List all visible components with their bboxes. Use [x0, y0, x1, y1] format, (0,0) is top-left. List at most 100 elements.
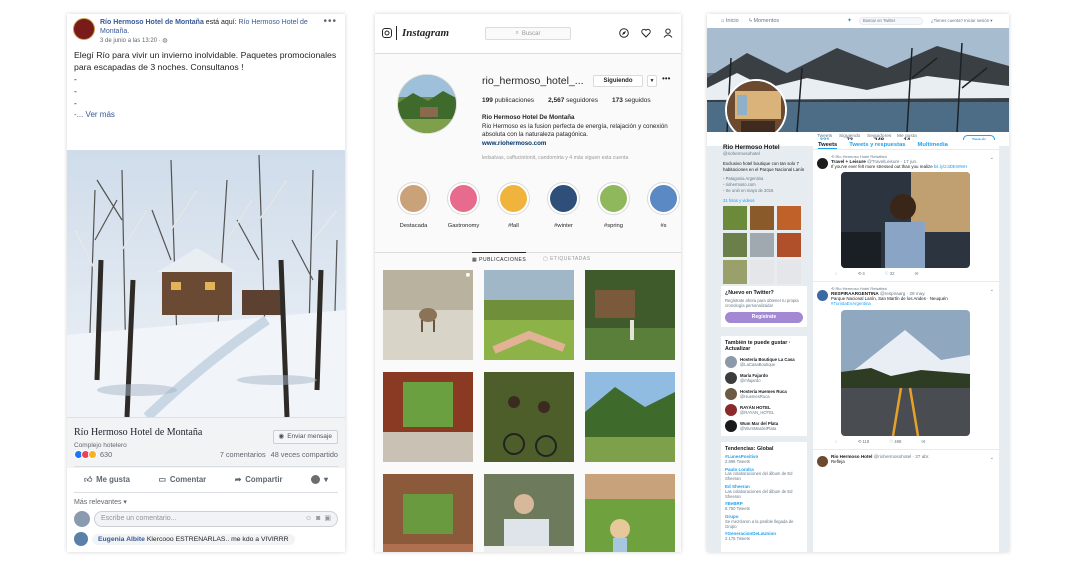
profile-name[interactable]: Rio Hermoso Hotel [723, 144, 806, 151]
post-photo-snowy-forest[interactable] [67, 150, 345, 417]
shares-count[interactable]: 48 veces compartido [271, 450, 338, 459]
highlight-item[interactable]: #winter [547, 182, 580, 229]
comments-sort[interactable]: Más relevantes ▾ [74, 498, 127, 506]
card-page-name[interactable]: Río Hermoso Hotel de Montaña [74, 427, 202, 438]
post-thumbnail[interactable] [585, 372, 675, 462]
nav-home[interactable]: ⌂ Inicio [721, 18, 739, 24]
avatar[interactable] [817, 455, 828, 467]
gif-icon[interactable]: ▣ [324, 512, 331, 526]
post-thumbnail[interactable] [585, 270, 675, 360]
suggested-account[interactable]: Wum Mar del Plata @WumMardelPlata [725, 420, 803, 432]
comments-count[interactable]: 7 comentarios [220, 450, 266, 459]
tab-replies[interactable]: Tweets y respuestas [849, 142, 905, 149]
compass-icon[interactable] [619, 28, 629, 38]
search-input[interactable]: Buscar en Twitter [859, 17, 923, 25]
instagram-logo[interactable]: Instagram [402, 27, 449, 39]
media-thumbnail[interactable] [750, 232, 774, 257]
following-stat[interactable]: 173 seguidos [612, 97, 651, 104]
hashtag-link[interactable]: #TuristaEnArgentina [831, 301, 871, 306]
chevron-down-icon[interactable]: ▼ [647, 75, 657, 87]
reply-icon[interactable]: ◌ [835, 271, 838, 277]
highlight-item[interactable]: Destacada [397, 182, 430, 229]
audience-selector[interactable]: ▾ [311, 475, 328, 484]
media-thumbnail[interactable] [723, 259, 747, 284]
post-thumbnail[interactable] [383, 372, 473, 462]
media-thumbnail[interactable] [777, 205, 801, 230]
followers-stat[interactable]: 2,567 seguidores [548, 97, 598, 104]
avatar[interactable] [817, 158, 828, 169]
tweet-image[interactable] [841, 309, 970, 436]
profile-handle[interactable]: @riohermosohotel [723, 151, 806, 156]
post-thumbnail[interactable] [484, 474, 574, 552]
tab-tweets[interactable]: Tweets [818, 142, 838, 149]
profile-icon[interactable] [663, 28, 673, 38]
profile-picture[interactable] [397, 74, 457, 134]
login-link[interactable]: ¿Tienes cuenta? Iniciar sesión ▾ [931, 18, 992, 24]
see-more-link[interactable]: -... Ver más [67, 109, 345, 120]
heart-icon[interactable] [641, 28, 651, 38]
like-button[interactable]: ♡ 498 [889, 439, 901, 445]
trend-item[interactable]: Paulo Londra Las colaboraciones del álbum… [725, 467, 803, 482]
comment-input[interactable]: Escribe un comentario... ☺ ◙ ▣ [94, 511, 338, 527]
post-thumbnail[interactable]: ■ [383, 270, 473, 360]
post-date[interactable]: 3 de junio a las 13:20 · ◍ [100, 37, 325, 44]
like-button[interactable]: 👍︎ Me gusta [84, 475, 130, 485]
media-thumbnail[interactable] [777, 232, 801, 257]
highlight-item[interactable]: #fall [497, 182, 530, 229]
reply-icon[interactable]: ◌ [835, 439, 838, 445]
send-message-button[interactable]: ◉ Enviar mensaje [272, 430, 338, 444]
suggested-account[interactable]: María Fajardo @mfajardo [725, 372, 803, 384]
photos-link[interactable]: 31 fotos y videos [723, 198, 806, 203]
chevron-down-icon[interactable]: ⌄ [990, 455, 994, 461]
trend-item[interactable]: Ed Sheeran Las colaboraciones del álbum d… [725, 484, 803, 499]
like-button[interactable]: ♡ 32 [885, 271, 895, 277]
camera-icon[interactable]: ◙ [316, 512, 320, 526]
media-thumbnail[interactable] [750, 205, 774, 230]
media-thumbnail[interactable] [723, 205, 747, 230]
trend-item[interactable]: #LunesPositivo 2.896 Tweets [725, 454, 803, 465]
bio-link[interactable]: www.riohermoso.com [482, 140, 677, 149]
more-options-icon[interactable]: ••• [662, 74, 670, 83]
tweet[interactable]: ⟲ Rio Hermoso Hotel Retwitteó Travel + L… [813, 150, 999, 283]
trend-item[interactable]: Grupo Se mezclaron a la posible llegada d… [725, 514, 803, 529]
tweet[interactable]: Rio Hermoso Hotel @riohermosohotel · 27 … [813, 450, 999, 468]
camera-icon[interactable] [382, 28, 392, 38]
highlight-item[interactable]: #s [647, 182, 680, 229]
emoji-icon[interactable]: ☺ [305, 512, 312, 526]
message-icon[interactable]: ✉ [915, 271, 919, 277]
suggested-account[interactable]: RAYÁN HOTEL @RAYAN_HOTEL [725, 404, 803, 416]
post-thumbnail[interactable] [484, 372, 574, 462]
avatar[interactable] [817, 290, 828, 302]
chevron-down-icon[interactable]: ⌄ [990, 155, 994, 161]
page-avatar[interactable] [73, 18, 95, 40]
tweet-link[interactable]: bit.ly/2JiDEWWH [934, 164, 967, 169]
highlight-item[interactable]: #spring [597, 182, 630, 229]
comment-author[interactable]: Eugenia Albite [98, 536, 145, 543]
chevron-down-icon[interactable]: ⌄ [990, 287, 994, 293]
trend-item[interactable]: #GeneracionDeLaUnion 2.175 Tweets [725, 532, 803, 542]
retweet-button[interactable]: ⟲ 4 [858, 271, 865, 277]
register-button[interactable]: Regístrate [725, 312, 803, 324]
media-thumbnail[interactable] [723, 232, 747, 257]
nav-moments[interactable]: ϟ Momentos [749, 18, 779, 24]
post-thumbnail[interactable] [484, 270, 574, 360]
tab-media[interactable]: Multimedia [918, 142, 948, 149]
post-thumbnail[interactable] [585, 474, 675, 552]
highlight-item[interactable]: Gastronomy [447, 182, 480, 229]
more-options-icon[interactable]: ••• [323, 16, 337, 27]
suggested-account[interactable]: Hostería Huemes Ruca @HuemesRuca [725, 388, 803, 400]
media-thumbnail[interactable] [777, 259, 801, 284]
retweet-button[interactable]: ⟲ 118 [858, 439, 870, 445]
tweet[interactable]: ⟲ Rio Hermoso Hotel Retwitteó RESPIRAARG… [813, 282, 999, 450]
following-button[interactable]: Siguiendo [593, 75, 643, 87]
comment-button[interactable]: ▭ Comentar [158, 475, 206, 484]
followed-by[interactable]: ledsalvas, caffucinitonit, candomirta y … [482, 155, 628, 161]
trend-item[interactable]: #BeBRP 8.750 Tweets [725, 502, 803, 512]
tab-posts[interactable]: ▦ PUBLICACIONES [472, 252, 527, 263]
search-input[interactable]: ⌕ Buscar [485, 27, 571, 40]
tweet-image[interactable] [841, 172, 970, 269]
share-button[interactable]: ➦ Compartir [235, 475, 283, 484]
page-name-link[interactable]: Río Hermoso Hotel de Montaña [100, 19, 204, 26]
reactions-count[interactable]: 630 [100, 450, 112, 459]
media-thumbnail[interactable] [750, 259, 774, 284]
